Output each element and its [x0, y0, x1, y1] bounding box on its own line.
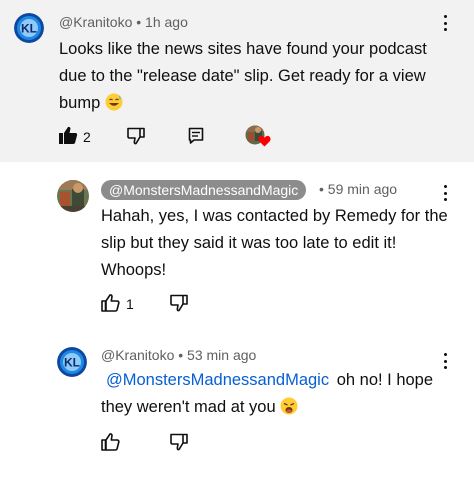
like-count: 2	[83, 129, 91, 145]
timestamp: 59 min ago	[327, 181, 398, 197]
more-options-button[interactable]	[437, 183, 453, 203]
kl-logo-avatar-icon: KL	[14, 13, 44, 43]
more-options-button[interactable]	[437, 13, 453, 33]
avatar-monstersmadnessandmagic[interactable]	[57, 180, 89, 212]
like-button[interactable]	[58, 126, 78, 145]
comment-meta: @Kranitoko • 53 min ago	[101, 347, 256, 363]
like-button[interactable]	[101, 294, 120, 312]
comment-meta: @Kranitoko • 1h ago	[59, 14, 188, 30]
avatar-kranitoko[interactable]: KL	[14, 13, 44, 43]
reply-button[interactable]	[188, 127, 204, 144]
timestamp: 1h ago	[145, 14, 188, 30]
channel-owner-chip[interactable]: @MonstersMadnessandMagic	[101, 180, 307, 200]
mention-link[interactable]: @MonstersMadnessandMagic	[106, 371, 329, 389]
reply-icon	[188, 127, 204, 144]
comment-text: Hahah, yes, I was contacted by Remedy fo…	[101, 207, 448, 279]
separator: •	[178, 347, 184, 363]
thumbs-up-icon	[101, 294, 120, 312]
separator: •	[136, 14, 142, 30]
avatar-kranitoko[interactable]: KL	[57, 347, 87, 377]
channel-avatar-icon	[57, 180, 89, 212]
author-name[interactable]: @Kranitoko	[59, 14, 132, 30]
comment-text: Looks like the news sites have found you…	[59, 36, 429, 117]
thumbs-down-icon	[127, 127, 145, 145]
creator-heart-icon	[258, 135, 271, 147]
thumbs-up-icon	[101, 433, 120, 451]
comment-meta: • 59 min ago	[319, 181, 397, 197]
svg-text:KL: KL	[21, 22, 37, 36]
thumbs-up-filled-icon	[59, 126, 78, 144]
svg-text:KL: KL	[64, 356, 80, 370]
like-button[interactable]	[101, 433, 120, 451]
comment-text: @MonstersMadnessandMagic oh no! I hope t…	[101, 367, 441, 421]
more-options-button[interactable]	[437, 351, 453, 371]
dislike-button[interactable]	[170, 433, 188, 451]
weary-face-emoji-icon	[280, 397, 298, 415]
timestamp: 53 min ago	[187, 347, 257, 363]
thumbs-down-icon	[170, 433, 188, 451]
creator-heart-badge	[245, 125, 271, 149]
kl-logo-avatar-icon: KL	[57, 347, 87, 377]
dislike-button[interactable]	[127, 127, 145, 145]
sweat-smile-emoji-icon	[105, 93, 123, 111]
dislike-button[interactable]	[170, 294, 188, 312]
like-count: 1	[126, 296, 134, 312]
author-name: @MonstersMadnessandMagic	[109, 182, 299, 198]
thumbs-down-icon	[170, 294, 188, 312]
author-name[interactable]: @Kranitoko	[101, 347, 174, 363]
separator: •	[319, 181, 324, 197]
